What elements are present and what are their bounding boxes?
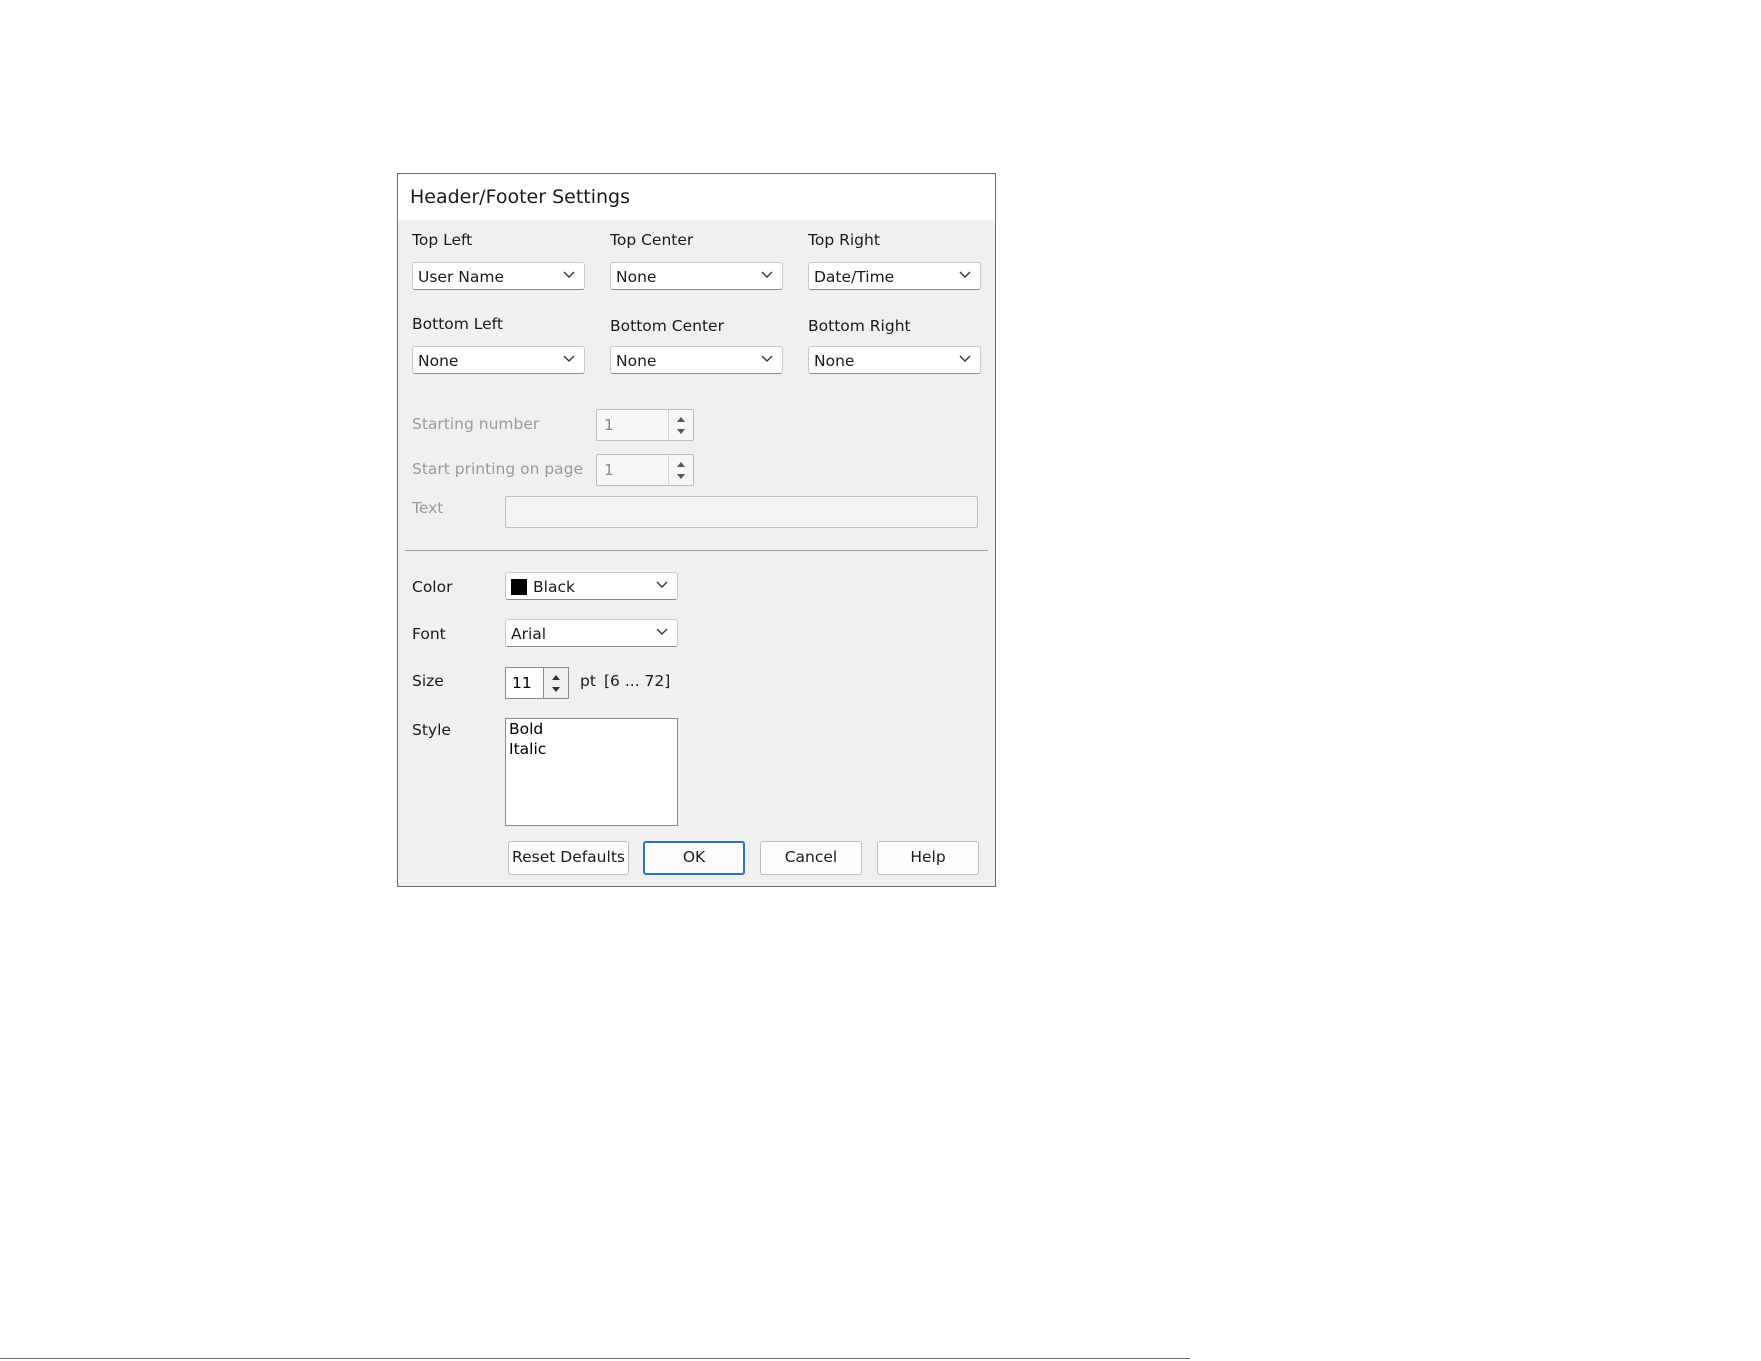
header-footer-dialog: Header/Footer Settings Top Left Top Cent…: [397, 173, 996, 887]
chevron-down-icon: [563, 355, 575, 362]
title-bar: Header/Footer Settings: [398, 174, 995, 220]
bottom-right-label: Bottom Right: [808, 317, 911, 335]
bottom-right-value: None: [814, 352, 855, 370]
bottom-center-dropdown[interactable]: None: [610, 346, 783, 374]
text-input[interactable]: [505, 496, 978, 528]
start-printing-spinner[interactable]: 1: [596, 454, 694, 486]
chevron-down-icon: [656, 581, 668, 588]
color-label: Color: [412, 578, 453, 596]
chevron-down-icon: [656, 628, 668, 635]
bottom-left-dropdown[interactable]: None: [412, 346, 585, 374]
spin-up-icon[interactable]: [676, 415, 686, 423]
top-right-dropdown[interactable]: Date/Time: [808, 262, 981, 290]
top-center-label: Top Center: [610, 231, 694, 249]
chevron-down-icon: [959, 355, 971, 362]
font-label: Font: [412, 625, 446, 643]
spin-down-icon[interactable]: [551, 686, 561, 694]
color-dropdown[interactable]: Black: [505, 572, 678, 600]
size-range: [6 ... 72]: [604, 672, 671, 690]
starting-number-spinner[interactable]: 1: [596, 409, 694, 441]
text-label: Text: [412, 499, 444, 517]
bottom-center-value: None: [616, 352, 657, 370]
cancel-button[interactable]: Cancel: [760, 841, 862, 875]
top-left-dropdown[interactable]: User Name: [412, 262, 585, 290]
style-label: Style: [412, 721, 451, 739]
chevron-down-icon: [959, 271, 971, 278]
spin-down-icon[interactable]: [676, 473, 686, 481]
dialog-title: Header/Footer Settings: [410, 186, 631, 208]
top-center-dropdown[interactable]: None: [610, 262, 783, 290]
starting-number-arrows[interactable]: [668, 410, 693, 440]
size-unit: pt: [580, 672, 596, 690]
start-printing-arrows[interactable]: [668, 455, 693, 485]
reset-defaults-button[interactable]: Reset Defaults: [508, 841, 629, 875]
starting-number-label: Starting number: [412, 415, 540, 433]
size-arrows[interactable]: [543, 668, 568, 698]
bottom-right-dropdown[interactable]: None: [808, 346, 981, 374]
color-value: Black: [533, 578, 575, 596]
page-divider: [0, 1358, 1190, 1359]
size-value: 11: [512, 674, 532, 692]
top-center-value: None: [616, 268, 657, 286]
spin-down-icon[interactable]: [676, 428, 686, 436]
color-swatch: [511, 579, 527, 595]
top-left-label: Top Left: [412, 231, 473, 249]
separator: [405, 550, 988, 551]
start-printing-value: 1: [604, 461, 614, 479]
style-option-italic[interactable]: Italic: [509, 740, 546, 758]
ok-button[interactable]: OK: [643, 841, 745, 875]
help-button[interactable]: Help: [877, 841, 979, 875]
style-listbox[interactable]: Bold Italic: [505, 718, 678, 826]
top-left-value: User Name: [418, 268, 504, 286]
bottom-left-value: None: [418, 352, 459, 370]
spin-up-icon[interactable]: [676, 460, 686, 468]
size-label: Size: [412, 672, 444, 690]
starting-number-value: 1: [604, 416, 614, 434]
size-spinner[interactable]: 11: [505, 667, 569, 699]
style-option-bold[interactable]: Bold: [509, 720, 543, 738]
chevron-down-icon: [761, 271, 773, 278]
font-value: Arial: [511, 625, 547, 643]
top-right-value: Date/Time: [814, 268, 895, 286]
start-printing-label: Start printing on page: [412, 460, 584, 478]
font-dropdown[interactable]: Arial: [505, 619, 678, 647]
color-value-wrap: Black: [511, 578, 575, 596]
bottom-center-label: Bottom Center: [610, 317, 724, 335]
spin-up-icon[interactable]: [551, 673, 561, 681]
chevron-down-icon: [563, 271, 575, 278]
top-right-label: Top Right: [808, 231, 880, 249]
chevron-down-icon: [761, 355, 773, 362]
bottom-left-label: Bottom Left: [412, 315, 503, 333]
